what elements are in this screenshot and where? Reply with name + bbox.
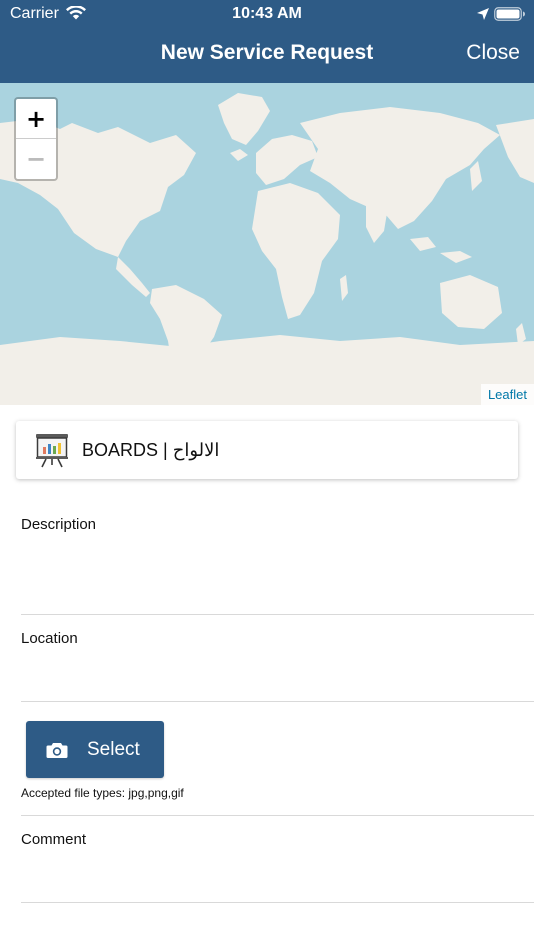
close-button[interactable]: Close <box>466 41 520 65</box>
camera-icon <box>46 742 68 758</box>
category-selector[interactable]: BOARDS | الالواح <box>16 421 518 479</box>
divider <box>21 902 534 903</box>
accepted-file-types-note: Accepted file types: jpg,png,gif <box>21 786 184 800</box>
status-time: 10:43 AM <box>232 5 302 22</box>
map[interactable]: + − Leaflet <box>0 83 534 405</box>
select-photo-button[interactable]: Select <box>26 721 164 778</box>
divider <box>21 815 534 816</box>
zoom-in-button[interactable]: + <box>16 99 56 139</box>
zoom-out-button[interactable]: − <box>16 139 56 178</box>
page-title: New Service Request <box>160 41 374 64</box>
world-map-tiles <box>0 93 534 405</box>
comment-field[interactable] <box>21 855 534 902</box>
location-arrow-icon <box>477 8 489 20</box>
location-label: Location <box>21 630 78 647</box>
comment-label: Comment <box>21 831 87 848</box>
category-label: BOARDS | الالواح <box>82 439 220 460</box>
location-field[interactable] <box>21 654 534 701</box>
divider <box>21 701 534 702</box>
status-bar: Carrier 10:43 AM <box>0 0 534 28</box>
divider <box>21 614 534 615</box>
description-label: Description <box>21 516 97 533</box>
select-button-label: Select <box>87 738 140 760</box>
presentation-board-icon <box>36 434 68 468</box>
battery-icon <box>494 7 525 21</box>
zoom-control: + − <box>14 97 58 181</box>
description-field[interactable] <box>21 540 534 614</box>
map-attribution-link[interactable]: Leaflet <box>480 384 534 405</box>
header: Carrier 10:43 AM New Service Request Clo… <box>0 0 534 83</box>
